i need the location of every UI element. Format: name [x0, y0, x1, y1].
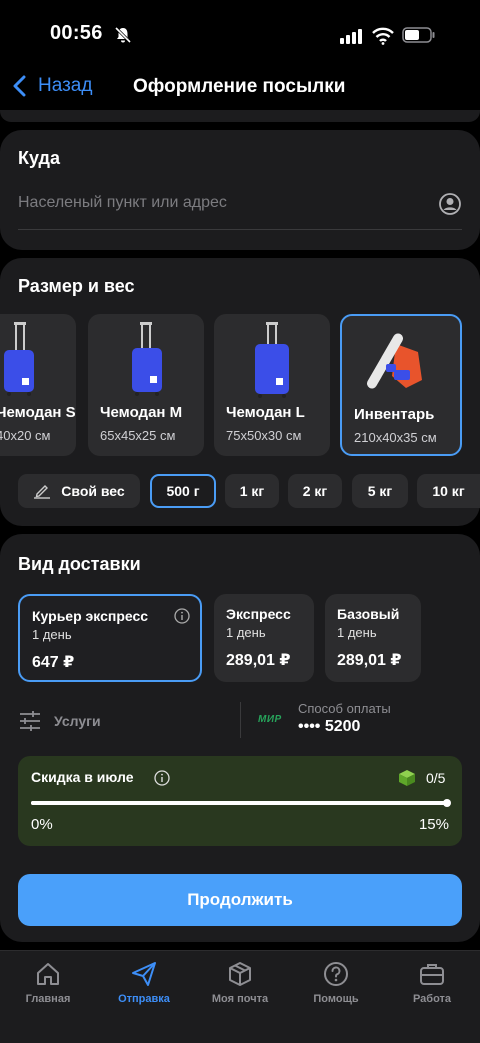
- address-input[interactable]: Населеный пункт или адрес: [18, 190, 462, 230]
- divider: [240, 702, 241, 738]
- tab-home[interactable]: Главная: [0, 961, 96, 1005]
- size-weight-title: Размер и вес: [18, 276, 135, 296]
- weight-chip-label: Свой вес: [61, 483, 125, 499]
- continue-button[interactable]: Продолжить: [18, 874, 462, 926]
- delivery-option-express[interactable]: Экспресс 1 день 289,01 ₽: [214, 594, 314, 682]
- services-label: Услуги: [54, 713, 101, 729]
- page-title: Оформление посылки: [133, 76, 346, 97]
- tab-label: Помощь: [313, 993, 359, 1005]
- address-placeholder: Населеный пункт или адрес: [18, 194, 227, 211]
- size-card-inventory[interactable]: Инвентарь 210x40x35 см: [340, 314, 462, 456]
- size-card-name: Инвентарь: [354, 406, 435, 423]
- size-card-dims: 210x40x35 см: [354, 430, 437, 445]
- weight-chip-5kg[interactable]: 5 кг: [352, 474, 408, 508]
- payment-method-label[interactable]: Способ оплаты: [298, 701, 391, 716]
- previous-section-panel: [0, 110, 480, 122]
- delivery-option-time: 1 день: [32, 627, 72, 642]
- suitcase-icon: [132, 322, 162, 396]
- suitcase-icon: [255, 322, 289, 398]
- sliders-icon: [20, 711, 40, 731]
- size-card-dims: 75x50x30 см: [226, 428, 302, 443]
- where-section: Куда Населеный пункт или адрес: [0, 130, 480, 250]
- discount-max-label: 15%: [418, 816, 449, 833]
- signal-icon: [340, 29, 362, 44]
- status-time: 00:56: [50, 22, 103, 44]
- weight-chip-label: 10 кг: [432, 483, 465, 499]
- discount-banner[interactable]: Скидка в июле 0/5 0% 15%: [18, 756, 462, 846]
- weight-chip-label: 500 г: [166, 483, 200, 499]
- tab-label: Главная: [25, 993, 71, 1005]
- payment-card-number[interactable]: •••• 5200: [298, 718, 360, 736]
- tab-help[interactable]: Помощь: [288, 961, 384, 1005]
- help-icon: [324, 962, 348, 986]
- delivery-section: Вид доставки Курьер экспресс 1 день 647 …: [0, 534, 480, 942]
- contact-icon[interactable]: [438, 192, 462, 216]
- discount-min-label: 0%: [31, 816, 53, 833]
- pencil-icon: [34, 485, 51, 499]
- size-card-s[interactable]: Чемодан S 40x20 см: [0, 314, 76, 456]
- suitcase-icon: [4, 322, 34, 396]
- size-card-name: Чемодан S: [0, 404, 76, 421]
- status-bar: 00:56: [0, 0, 480, 64]
- delivery-option-name: Базовый: [337, 606, 400, 622]
- size-card-name: Чемодан L: [226, 404, 305, 421]
- weight-chip-custom[interactable]: Свой вес: [18, 474, 140, 508]
- send-icon: [132, 962, 156, 986]
- back-label: Назад: [38, 75, 93, 96]
- delivery-option-name: Экспресс: [226, 606, 291, 622]
- mir-logo: МИР: [258, 714, 282, 725]
- back-button[interactable]: Назад: [12, 72, 92, 100]
- briefcase-icon: [420, 964, 444, 985]
- tab-label: Работа: [412, 993, 452, 1005]
- delivery-option-basic[interactable]: Базовый 1 день 289,01 ₽: [325, 594, 421, 682]
- where-title: Куда: [18, 148, 60, 168]
- discount-progress-fill: [31, 801, 449, 805]
- weight-chip-1kg[interactable]: 1 кг: [225, 474, 279, 508]
- delivery-title: Вид доставки: [18, 554, 141, 574]
- discount-count: 0/5: [426, 770, 446, 786]
- size-card-name: Чемодан M: [100, 404, 183, 421]
- size-weight-section: Размер и вес Чемодан S 40x20 см Чемодан …: [0, 258, 480, 526]
- discount-title: Скидка в июле: [31, 769, 134, 785]
- info-icon[interactable]: [154, 770, 170, 786]
- size-card-m[interactable]: Чемодан M 65x45x25 см: [88, 314, 204, 456]
- tab-my-mail[interactable]: Моя почта: [192, 961, 288, 1005]
- weight-chip-label: 2 кг: [302, 483, 328, 499]
- wifi-icon: [372, 27, 394, 45]
- chevron-left-icon: [13, 75, 26, 97]
- size-card-dims: 65x45x25 см: [100, 428, 176, 443]
- cube-icon: [399, 770, 415, 786]
- services-button[interactable]: Услуги: [18, 706, 101, 736]
- home-icon: [37, 963, 59, 985]
- box-icon: [229, 962, 251, 986]
- delivery-option-price: 647 ₽: [32, 654, 75, 671]
- weight-chip-label: 5 кг: [367, 483, 393, 499]
- weight-chip-500g[interactable]: 500 г: [150, 474, 216, 508]
- info-icon[interactable]: [174, 608, 190, 624]
- delivery-option-courier-express[interactable]: Курьер экспресс 1 день 647 ₽: [18, 594, 202, 682]
- weight-chip-label: 1 кг: [239, 483, 265, 499]
- battery-icon: [402, 27, 435, 43]
- tab-label: Отправка: [118, 993, 170, 1005]
- weight-chip-2kg[interactable]: 2 кг: [288, 474, 342, 508]
- size-card-dims: 40x20 см: [0, 428, 51, 443]
- size-card-l[interactable]: Чемодан L 75x50x30 см: [214, 314, 330, 456]
- delivery-option-name: Курьер экспресс: [32, 608, 149, 624]
- nav-bar: Назад Оформление посылки: [0, 64, 480, 110]
- weight-chip-10kg[interactable]: 10 кг: [417, 474, 480, 508]
- scroll-area[interactable]: Куда Населеный пункт или адрес Размер и …: [0, 110, 480, 957]
- delivery-option-price: 289,01 ₽: [226, 652, 291, 669]
- sports-equipment-icon: [367, 333, 422, 389]
- bell-off-icon: [114, 26, 132, 44]
- tab-label: Моя почта: [211, 993, 269, 1005]
- discount-progress: [31, 799, 451, 807]
- delivery-option-time: 1 день: [337, 625, 377, 640]
- tab-send[interactable]: Отправка: [96, 961, 192, 1005]
- delivery-option-price: 289,01 ₽: [337, 652, 402, 669]
- tab-bar: Главная Отправка Моя почта Помощь Работа: [0, 950, 480, 1043]
- discount-progress-knob: [443, 799, 451, 807]
- tab-work[interactable]: Работа: [384, 961, 480, 1005]
- delivery-option-time: 1 день: [226, 625, 266, 640]
